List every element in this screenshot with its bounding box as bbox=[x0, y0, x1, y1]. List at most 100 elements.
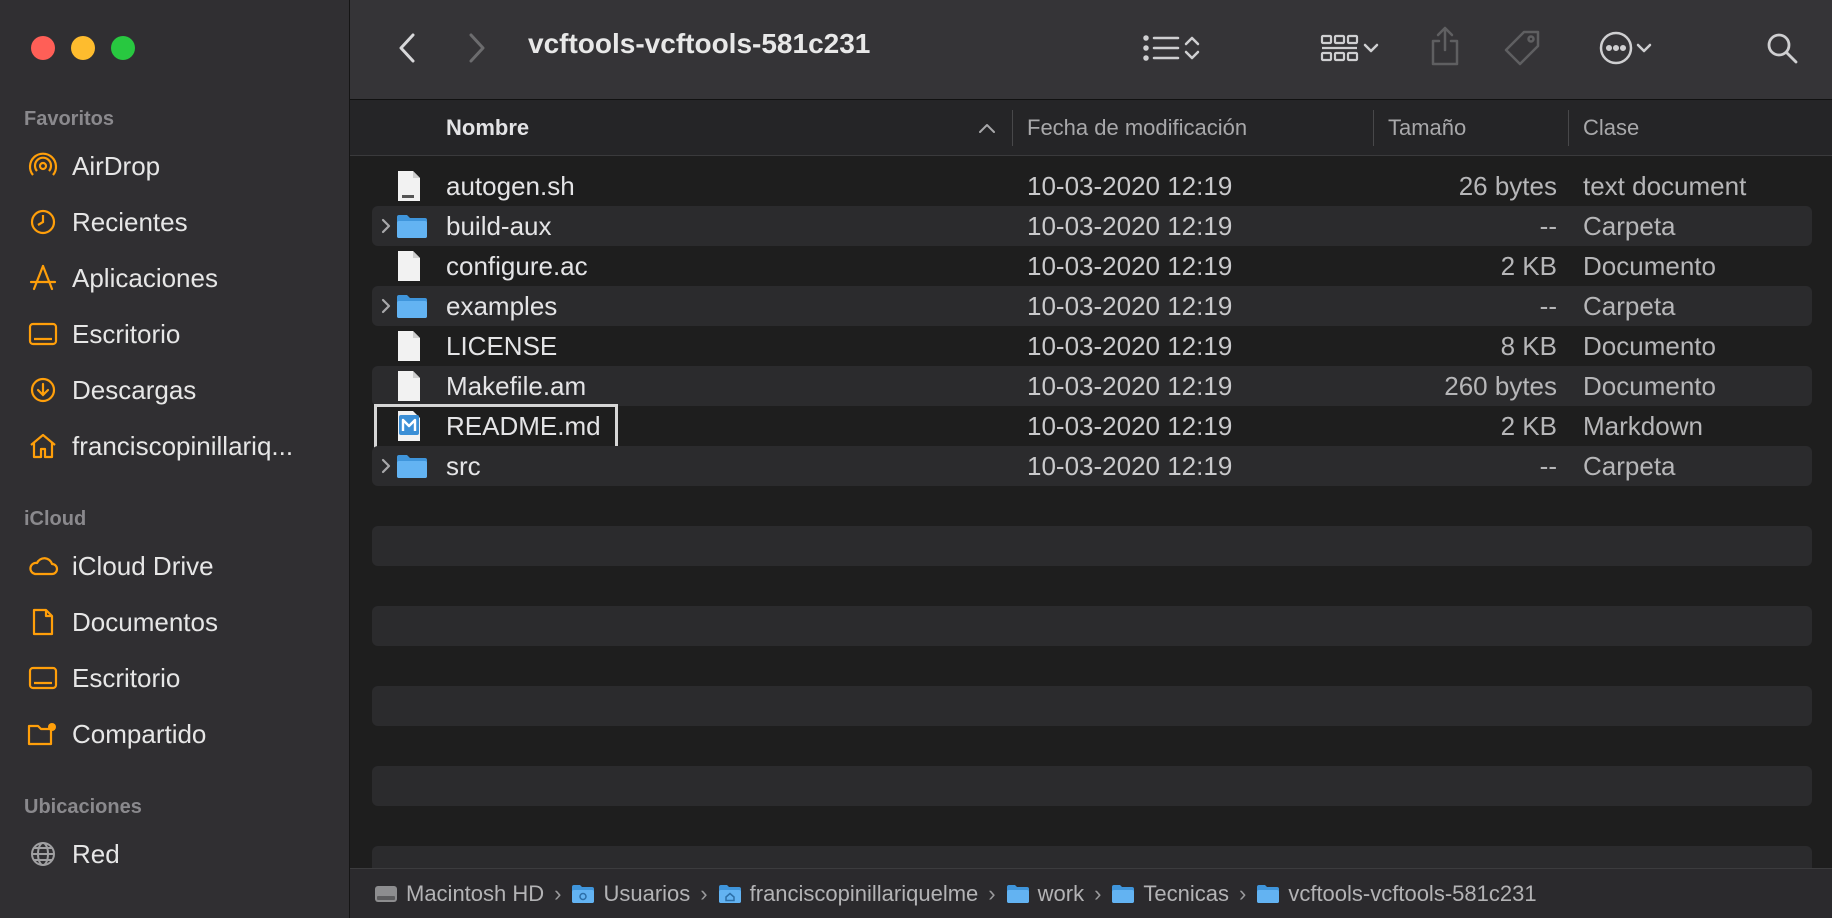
path-item[interactable]: Usuarios bbox=[571, 881, 690, 907]
window-title: vcftools-vcftools-581c231 bbox=[528, 28, 871, 59]
column-kind-header[interactable]: Clase bbox=[1583, 100, 1639, 156]
forward-button[interactable] bbox=[462, 28, 492, 68]
sidebar-item-documentos[interactable]: Documentos bbox=[26, 600, 339, 644]
disk-icon bbox=[374, 884, 398, 904]
sidebar-item-home[interactable]: franciscopinillariq... bbox=[26, 424, 339, 468]
folder-icon bbox=[571, 884, 595, 904]
column-divider[interactable] bbox=[1012, 110, 1013, 146]
file-date: 10-03-2020 12:19 bbox=[1027, 210, 1233, 241]
sidebar-item-icloud-drive[interactable]: iCloud Drive bbox=[26, 544, 339, 588]
file-row[interactable]: Makefile.am 10-03-2020 12:19 260 bytes D… bbox=[372, 366, 1812, 406]
file-row[interactable]: autogen.sh 10-03-2020 12:19 26 bytes tex… bbox=[372, 166, 1812, 206]
path-item[interactable]: vcftools-vcftools-581c231 bbox=[1256, 880, 1537, 907]
file-kind: text document bbox=[1583, 170, 1747, 201]
disclosure-triangle-icon[interactable] bbox=[380, 206, 396, 246]
file-name: configure.ac bbox=[446, 250, 588, 281]
path-item-label: vcftools-vcftools-581c231 bbox=[1288, 880, 1537, 906]
file-name: autogen.sh bbox=[446, 170, 575, 201]
sidebar-section-favoritos: Favoritos bbox=[24, 108, 115, 130]
path-item-label: franciscopinillariquelme bbox=[749, 880, 979, 906]
back-button[interactable] bbox=[392, 28, 422, 68]
disclosure-triangle-icon[interactable] bbox=[380, 446, 396, 486]
file-name: README.md bbox=[446, 410, 601, 441]
folder-icon bbox=[1006, 884, 1030, 904]
sidebar-item-label: AirDrop bbox=[72, 150, 161, 181]
file-kind: Carpeta bbox=[1583, 210, 1676, 241]
file-row[interactable]: src 10-03-2020 12:19 -- Carpeta bbox=[372, 446, 1812, 486]
file-name: LICENSE bbox=[446, 330, 558, 361]
path-item[interactable]: Tecnicas bbox=[1111, 881, 1229, 907]
sidebar-item-recientes[interactable]: Recientes bbox=[26, 200, 339, 244]
share-icon bbox=[1431, 26, 1459, 66]
airdrop-icon bbox=[26, 149, 60, 183]
tag-icon bbox=[1504, 30, 1540, 66]
path-item-label: Tecnicas bbox=[1143, 880, 1229, 906]
markdown-file-icon bbox=[396, 406, 432, 446]
search-button[interactable] bbox=[1760, 26, 1804, 70]
ellipsis-circle-icon bbox=[1599, 31, 1633, 65]
file-date: 10-03-2020 12:19 bbox=[1027, 450, 1233, 481]
list-view-icon bbox=[1143, 35, 1180, 61]
sidebar-item-compartido[interactable]: Compartido bbox=[26, 712, 339, 756]
path-item-label: Macintosh HD bbox=[406, 880, 545, 906]
file-kind: Carpeta bbox=[1583, 450, 1676, 481]
sidebar-item-escritorio-icloud[interactable]: Escritorio bbox=[26, 656, 339, 700]
chevron-down-icon bbox=[1636, 43, 1652, 53]
view-options-button[interactable] bbox=[1132, 28, 1212, 68]
folder-icon bbox=[396, 286, 432, 326]
document-file-icon bbox=[396, 246, 432, 286]
column-header: Nombre Fecha de modificación Tamaño Clas… bbox=[350, 100, 1832, 156]
path-bar: Macintosh HD › Usuarios › franciscopinil… bbox=[350, 868, 1832, 918]
file-row[interactable]: configure.ac 10-03-2020 12:19 2 KB Docum… bbox=[372, 246, 1812, 286]
folder-icon bbox=[396, 206, 432, 246]
path-item[interactable]: work bbox=[1006, 881, 1084, 907]
home-icon bbox=[26, 429, 60, 463]
file-row[interactable]: build-aux 10-03-2020 12:19 -- Carpeta bbox=[372, 206, 1812, 246]
toolbar: vcftools-vcftools-581c231 bbox=[350, 0, 1832, 100]
file-row-selected[interactable]: README.md 10-03-2020 12:19 2 KB Markdown bbox=[372, 404, 1812, 450]
file-date: 10-03-2020 12:19 bbox=[1027, 330, 1233, 361]
path-separator-icon: › bbox=[1094, 880, 1102, 906]
empty-row bbox=[372, 686, 1812, 726]
sidebar-item-red[interactable]: Red bbox=[26, 832, 339, 876]
more-actions-button[interactable] bbox=[1586, 26, 1666, 70]
path-item[interactable]: franciscopinillariquelme bbox=[718, 880, 979, 907]
sidebar-item-airdrop[interactable]: AirDrop bbox=[26, 144, 339, 188]
file-name: src bbox=[446, 450, 481, 481]
file-size: 2 KB bbox=[1500, 410, 1557, 441]
close-button[interactable] bbox=[31, 36, 55, 60]
clock-icon bbox=[26, 205, 60, 239]
document-file-icon bbox=[396, 326, 432, 366]
applications-icon bbox=[26, 261, 60, 295]
sidebar-item-label: Aplicaciones bbox=[72, 262, 218, 293]
file-date: 10-03-2020 12:19 bbox=[1027, 370, 1233, 401]
path-item[interactable]: Macintosh HD bbox=[374, 881, 544, 907]
column-name-header[interactable]: Nombre bbox=[446, 100, 529, 156]
column-date-header[interactable]: Fecha de modificación bbox=[1027, 100, 1247, 156]
main-pane: vcftools-vcftools-581c231 Nombre Fecha d… bbox=[350, 0, 1832, 918]
sidebar-item-aplicaciones[interactable]: Aplicaciones bbox=[26, 256, 339, 300]
column-divider[interactable] bbox=[1373, 110, 1374, 146]
file-size: -- bbox=[1539, 450, 1557, 481]
file-size: 2 KB bbox=[1500, 250, 1557, 281]
minimize-button[interactable] bbox=[71, 36, 95, 60]
document-icon bbox=[26, 605, 60, 639]
tag-button[interactable] bbox=[1500, 26, 1544, 70]
sidebar-section-ubicaciones: Ubicaciones bbox=[24, 796, 142, 818]
file-row[interactable]: examples 10-03-2020 12:19 -- Carpeta bbox=[372, 286, 1812, 326]
sidebar-item-escritorio[interactable]: Escritorio bbox=[26, 312, 339, 356]
finder-window: Favoritos AirDrop Recientes Aplicaciones… bbox=[0, 0, 1832, 918]
path-item-label: work bbox=[1037, 880, 1085, 906]
document-file-icon bbox=[396, 366, 432, 406]
zoom-button[interactable] bbox=[111, 36, 135, 60]
file-date: 10-03-2020 12:19 bbox=[1027, 410, 1233, 441]
file-kind: Documento bbox=[1583, 330, 1716, 361]
disclosure-triangle-icon[interactable] bbox=[380, 286, 396, 326]
sidebar-item-descargas[interactable]: Descargas bbox=[26, 368, 339, 412]
sort-ascending-icon[interactable] bbox=[978, 100, 996, 156]
share-button[interactable] bbox=[1425, 22, 1465, 70]
column-size-header[interactable]: Tamaño bbox=[1388, 100, 1466, 156]
group-button[interactable] bbox=[1310, 28, 1390, 68]
file-row[interactable]: LICENSE 10-03-2020 12:19 8 KB Documento bbox=[372, 326, 1812, 366]
column-divider[interactable] bbox=[1568, 110, 1569, 146]
